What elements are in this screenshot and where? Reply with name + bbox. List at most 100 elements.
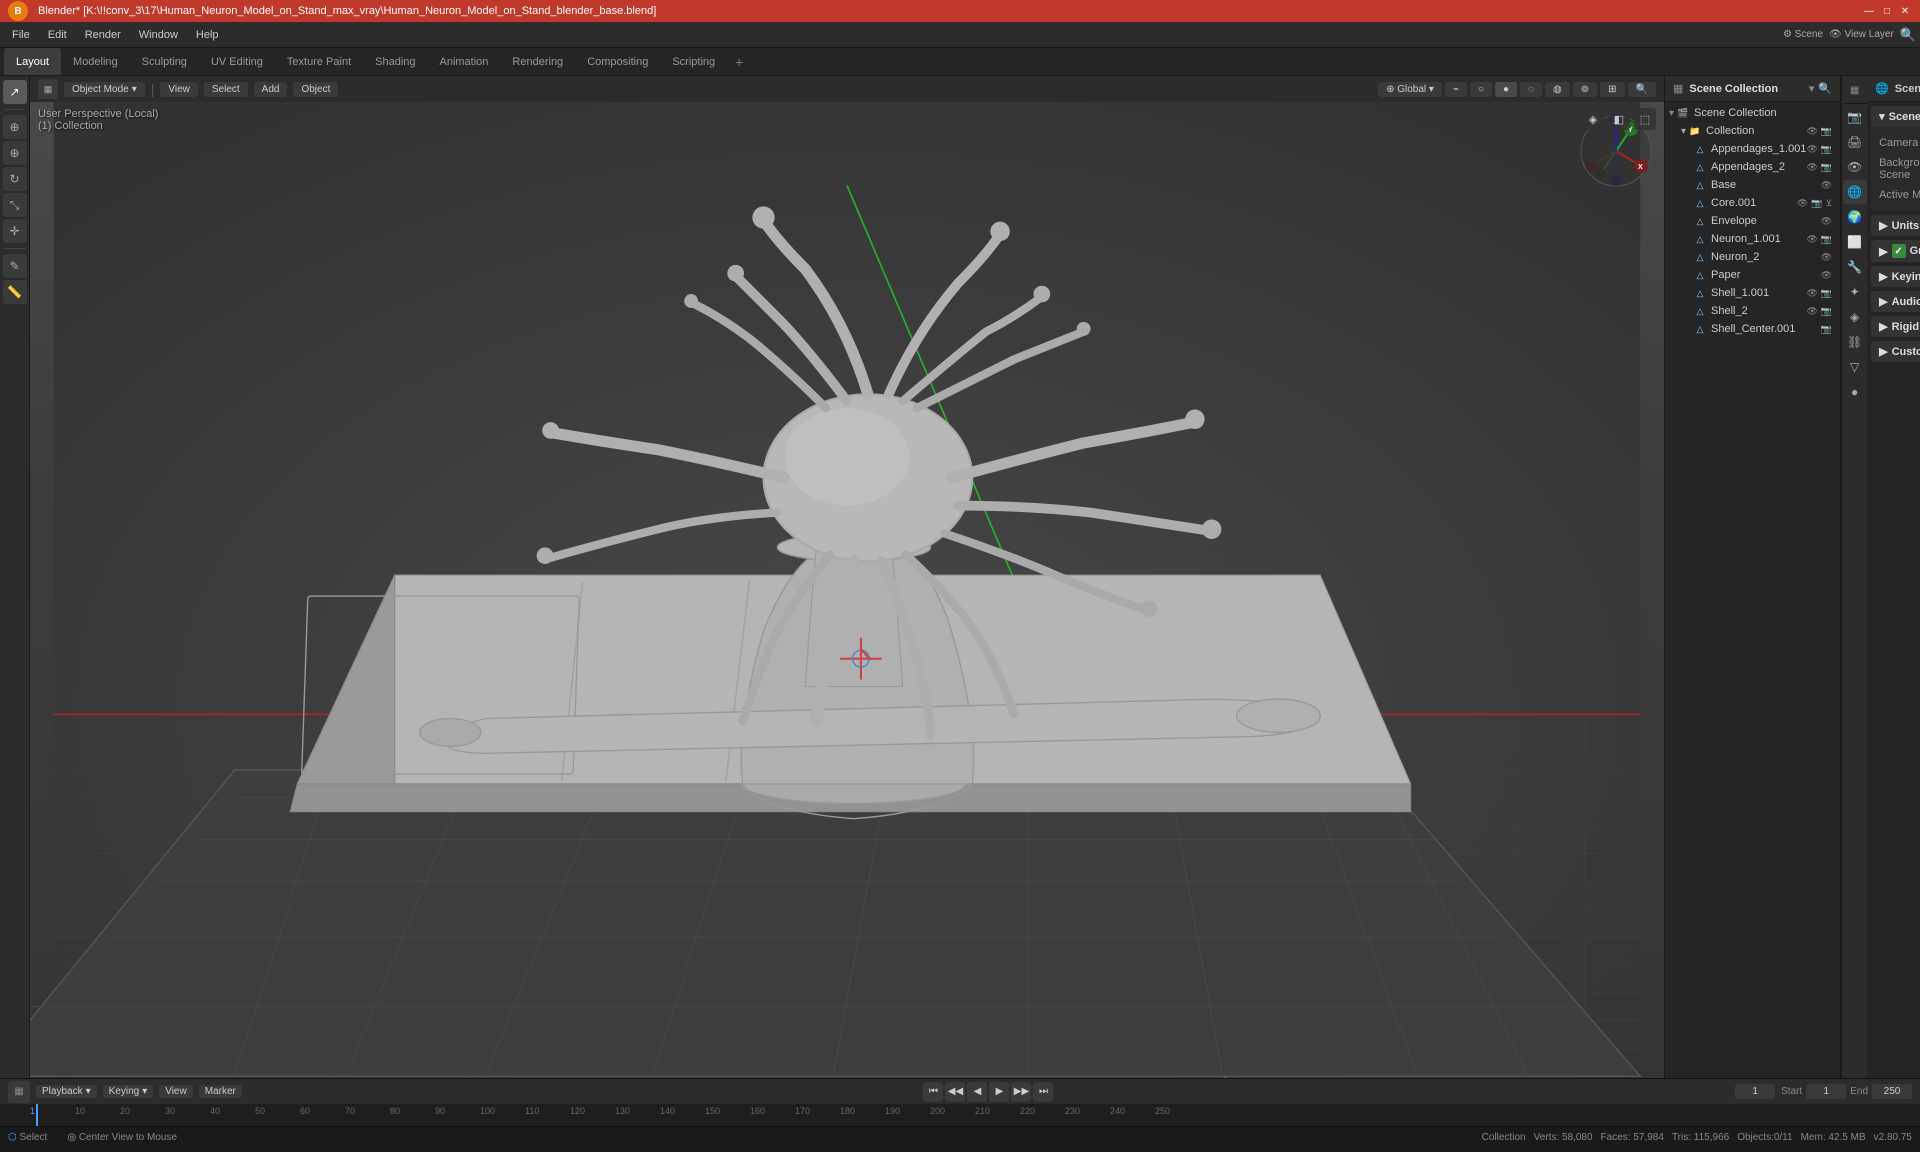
annotate-tool-button[interactable]: ✎: [3, 254, 27, 278]
modifier-props-tab[interactable]: 🔧: [1843, 255, 1867, 279]
outliner-item-neuron2[interactable]: △ Neuron_2 👁: [1665, 248, 1840, 266]
visibility-icon[interactable]: 👁: [1806, 126, 1817, 137]
menu-render[interactable]: Render: [77, 27, 129, 43]
viewport-shading-rendered[interactable]: ◍: [1545, 82, 1570, 97]
start-frame-input[interactable]: 1: [1806, 1084, 1846, 1099]
play-reverse-button[interactable]: ◀: [967, 1082, 987, 1102]
render-props-tab[interactable]: 📷: [1843, 105, 1867, 129]
outliner-scene-collection[interactable]: ▾ 🎬 Scene Collection: [1665, 104, 1840, 122]
object-menu-button[interactable]: Object: [293, 82, 338, 97]
3d-viewport[interactable]: ▦ Object Mode ▾ | View Select Add Object: [30, 76, 1664, 1078]
rigid-body-world-section-header[interactable]: ▶ Rigid Body World: [1871, 316, 1920, 337]
timeline-editor-type-button[interactable]: ▦: [8, 1081, 30, 1103]
outliner-item-paper[interactable]: △ Paper 👁: [1665, 266, 1840, 284]
add-workspace-button[interactable]: +: [727, 54, 751, 70]
eye-icon[interactable]: 👁: [1806, 144, 1817, 155]
xray-button[interactable]: ⬚: [1634, 108, 1656, 130]
units-section-header[interactable]: ▶ Units: [1871, 215, 1920, 236]
keying-sets-section-header[interactable]: ▶ Keying Sets: [1871, 266, 1920, 287]
eye-icon[interactable]: 👁: [1797, 198, 1808, 209]
tab-scripting[interactable]: Scripting: [660, 48, 727, 75]
view-menu-button[interactable]: View: [160, 82, 198, 97]
tab-layout[interactable]: Layout: [4, 48, 61, 75]
tab-uv-editing[interactable]: UV Editing: [199, 48, 275, 75]
scene-props-tab[interactable]: 🌐: [1843, 180, 1867, 204]
end-frame-input[interactable]: 250: [1872, 1084, 1912, 1099]
scale-tool-button[interactable]: ⤡: [3, 193, 27, 217]
scene-section-header[interactable]: ▾ Scene: [1871, 106, 1920, 127]
eye-icon[interactable]: 👁: [1821, 270, 1832, 281]
view-menu-button[interactable]: View: [159, 1085, 193, 1098]
tab-texture-paint[interactable]: Texture Paint: [275, 48, 363, 75]
eye-icon[interactable]: 👁: [1806, 306, 1817, 317]
gizmo-button[interactable]: ◈: [1582, 108, 1604, 130]
eye-icon[interactable]: 📷: [1821, 324, 1832, 335]
physics-props-tab[interactable]: ◈: [1843, 305, 1867, 329]
overlay-button[interactable]: ◧: [1608, 108, 1630, 130]
measure-tool-button[interactable]: 📏: [3, 280, 27, 304]
outliner-item-base[interactable]: △ Base 👁: [1665, 176, 1840, 194]
outliner-search-button[interactable]: 🔍: [1818, 82, 1832, 95]
viewport-overlays-button[interactable]: ⊚: [1573, 82, 1597, 97]
render-icon[interactable]: 📷: [1821, 126, 1832, 137]
viewport-shading-material[interactable]: ◌: [1520, 82, 1542, 97]
custom-properties-section-header[interactable]: ▶ Custom Properties: [1871, 341, 1920, 362]
outliner-item-shellcenter[interactable]: △ Shell_Center.001 📷: [1665, 320, 1840, 338]
transform-tool-button[interactable]: ✛: [3, 219, 27, 243]
eye-icon[interactable]: 👁: [1806, 234, 1817, 245]
camera-icon[interactable]: 📷: [1821, 234, 1832, 245]
tab-sculpting[interactable]: Sculpting: [130, 48, 199, 75]
outliner-collection[interactable]: ▾ 📁 Collection 👁 📷: [1665, 122, 1840, 140]
gravity-section-header[interactable]: ▶ ✓ Gravity: [1871, 240, 1920, 262]
current-frame-input[interactable]: 1: [1735, 1084, 1775, 1099]
tab-modeling[interactable]: Modeling: [61, 48, 130, 75]
select-tool-button[interactable]: ↗: [3, 80, 27, 104]
camera-icon[interactable]: 📷: [1821, 288, 1832, 299]
object-mode-dropdown[interactable]: Object Mode ▾: [64, 82, 145, 97]
keying-menu-button[interactable]: Keying ▾: [103, 1085, 154, 1098]
menu-edit[interactable]: Edit: [40, 27, 75, 43]
search-icon[interactable]: 🔍: [1900, 27, 1916, 43]
filter-icon[interactable]: ⊻: [1826, 198, 1833, 209]
menu-help[interactable]: Help: [188, 27, 227, 43]
viewport-xray-button[interactable]: ⊞: [1600, 82, 1624, 97]
particles-props-tab[interactable]: ✦: [1843, 280, 1867, 304]
search-button[interactable]: 🔍: [1628, 82, 1656, 97]
editor-type-button[interactable]: ▦: [38, 79, 58, 99]
camera-icon[interactable]: 📷: [1821, 144, 1832, 155]
camera-icon[interactable]: 📷: [1821, 306, 1832, 317]
eye-icon[interactable]: 👁: [1806, 288, 1817, 299]
select-menu-button[interactable]: Select: [204, 82, 248, 97]
eye-icon[interactable]: 👁: [1821, 180, 1832, 191]
move-tool-button[interactable]: ⊕: [3, 141, 27, 165]
camera-icon[interactable]: 📷: [1821, 162, 1832, 173]
material-props-tab[interactable]: ●: [1843, 380, 1867, 404]
add-menu-button[interactable]: Add: [254, 82, 288, 97]
outliner-item-appendages1[interactable]: △ Appendages_1.001 👁 📷: [1665, 140, 1840, 158]
proportional-edit-button[interactable]: ○: [1470, 82, 1492, 97]
outliner-item-envelope[interactable]: △ Envelope 👁: [1665, 212, 1840, 230]
close-button[interactable]: ✕: [1898, 4, 1912, 18]
data-props-tab[interactable]: ▽: [1843, 355, 1867, 379]
outliner-item-appendages2[interactable]: △ Appendages_2 👁 📷: [1665, 158, 1840, 176]
frame-number-bar[interactable]: 1 10 20 30 40 50 60 70 80 90 100 110 120…: [0, 1104, 1920, 1126]
view-layer-props-tab[interactable]: 👁: [1843, 155, 1867, 179]
jump-start-button[interactable]: ⏮: [923, 1082, 943, 1102]
prev-keyframe-button[interactable]: ◀◀: [945, 1082, 965, 1102]
marker-menu-button[interactable]: Marker: [199, 1085, 242, 1098]
viewport-shading-solid[interactable]: ●: [1495, 82, 1517, 97]
gravity-checkbox[interactable]: ✓: [1892, 244, 1906, 258]
outliner-item-shell2[interactable]: △ Shell_2 👁 📷: [1665, 302, 1840, 320]
camera-icon[interactable]: 📷: [1811, 198, 1822, 209]
next-keyframe-button[interactable]: ▶▶: [1011, 1082, 1031, 1102]
global-transform-button[interactable]: ⊕ Global ▾: [1378, 82, 1442, 97]
playback-menu-button[interactable]: Playback ▾: [36, 1085, 97, 1098]
outliner-item-core[interactable]: △ Core.001 👁 📷 ⊻: [1665, 194, 1840, 212]
maximize-button[interactable]: □: [1880, 4, 1894, 18]
outliner-item-shell1[interactable]: △ Shell_1.001 👁 📷: [1665, 284, 1840, 302]
output-props-tab[interactable]: 🖨: [1843, 130, 1867, 154]
tab-compositing[interactable]: Compositing: [575, 48, 660, 75]
minimize-button[interactable]: —: [1862, 4, 1876, 18]
object-props-tab[interactable]: ⬜: [1843, 230, 1867, 254]
outliner-filter-button[interactable]: ▾: [1809, 82, 1815, 95]
